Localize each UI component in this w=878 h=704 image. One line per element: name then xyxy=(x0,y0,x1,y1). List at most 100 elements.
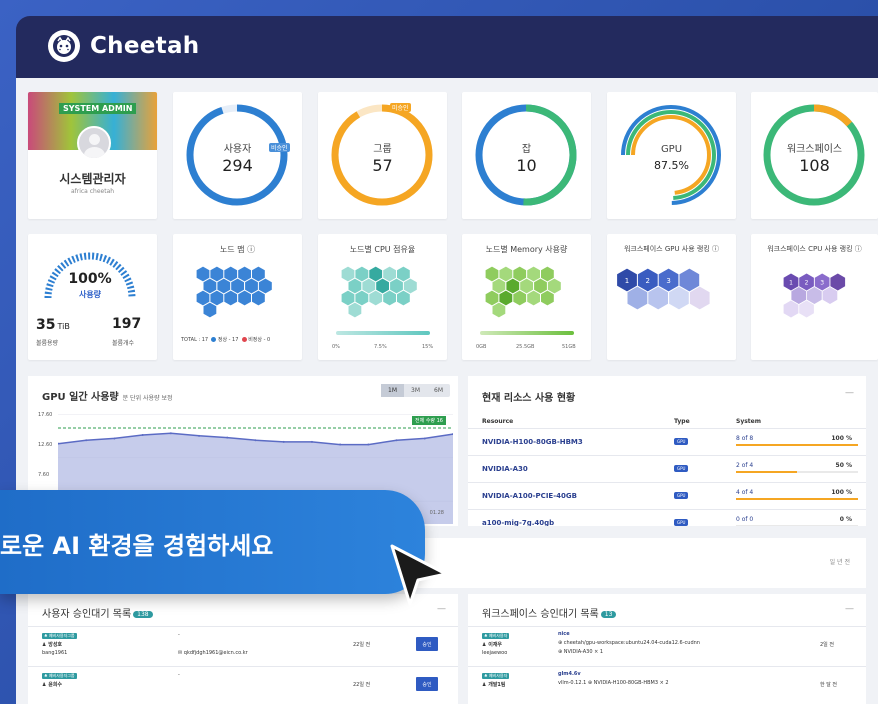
stat-card-users[interactable]: 비승인 사용자 294 xyxy=(173,92,302,219)
memory-hex[interactable] xyxy=(492,278,506,294)
storage-card[interactable]: 100% 사용량 35 TiB 197 볼륨용량 볼륨개수 xyxy=(28,234,157,360)
ws-cpu-hex[interactable] xyxy=(822,287,838,304)
cpu-hex[interactable] xyxy=(397,290,410,306)
gpu-usage-point[interactable] xyxy=(395,439,398,442)
gpu-usage-point[interactable] xyxy=(254,439,257,442)
node-hex[interactable] xyxy=(258,278,272,294)
resource-name[interactable]: a100-mig-7g.40gb xyxy=(482,519,554,526)
gpu-usage-point[interactable] xyxy=(169,432,172,435)
node-hex[interactable] xyxy=(203,278,217,294)
gpu-usage-point[interactable] xyxy=(310,440,313,443)
gpu-usage-point[interactable] xyxy=(282,440,285,443)
tab-3m[interactable]: 3M xyxy=(404,384,427,397)
node-hex[interactable] xyxy=(245,278,258,294)
gpu-usage-point[interactable] xyxy=(85,439,88,442)
node-memory-card[interactable]: 노드별 Memory 사용량 0GB 25.5GB 51GB xyxy=(462,234,591,360)
node-hex[interactable] xyxy=(203,302,217,318)
node-hex[interactable] xyxy=(224,290,238,306)
cpu-hex[interactable] xyxy=(383,266,396,282)
app-logo[interactable]: Cheetah xyxy=(48,30,199,62)
memory-hex[interactable] xyxy=(499,266,513,282)
resource-row[interactable]: NVIDIA-H100-80GB-HBM3 GPU 8 of 8 100 % xyxy=(468,428,866,454)
node-map-card[interactable]: 노드 맵 ⓘ TOTAL : 17 정상 - 17 비정상 - 0 xyxy=(173,234,302,360)
node-hex[interactable] xyxy=(224,266,238,282)
approve-button[interactable]: 승인 xyxy=(416,677,438,691)
memory-hex[interactable] xyxy=(513,266,527,282)
ws-cpu-hex[interactable] xyxy=(807,287,822,304)
ws-gpu-hex[interactable] xyxy=(648,286,668,310)
workspace-gpu-rank-card[interactable]: 워크스페이스 GPU 사용 랭킹 ⓘ 1 2 3 xyxy=(607,234,736,360)
cpu-hex[interactable] xyxy=(348,302,362,318)
memory-hex[interactable] xyxy=(547,278,561,294)
node-hex[interactable] xyxy=(238,290,251,306)
gpu-usage-point[interactable] xyxy=(141,433,144,436)
tab-1m[interactable]: 1M xyxy=(381,384,404,397)
ws-approval-row[interactable]: ♣ 예비사용자 ♟ 개발1팀 glm4.6v vllm-0.12.1 ⊕ NVIDIA… xyxy=(468,666,866,704)
node-hex[interactable] xyxy=(210,290,224,306)
node-hex[interactable] xyxy=(196,266,210,282)
ws-gpu-hex[interactable] xyxy=(689,286,710,310)
ws-gpu-hex[interactable] xyxy=(669,286,689,310)
cpu-hex[interactable] xyxy=(390,278,403,294)
cpu-hex[interactable] xyxy=(341,290,355,306)
gpu-usage-point[interactable] xyxy=(113,437,116,440)
resource-row[interactable]: NVIDIA-A30 GPU 2 of 4 50 % xyxy=(468,455,866,481)
approve-button[interactable]: 승인 xyxy=(416,637,438,651)
ws-cpu-hex[interactable] xyxy=(830,273,846,291)
admin-profile-card[interactable]: SYSTEM ADMIN 시스템관리자 africa cheetah xyxy=(28,92,157,219)
ws-cpu-hex[interactable] xyxy=(791,287,807,304)
cpu-hex[interactable] xyxy=(355,266,369,282)
stat-card-gpu[interactable]: GPU 87.5% xyxy=(607,92,736,219)
ws-cpu-hex[interactable] xyxy=(799,300,814,318)
cpu-hex[interactable] xyxy=(341,266,355,282)
cpu-hex[interactable] xyxy=(376,278,389,294)
node-hex[interactable] xyxy=(231,278,244,294)
node-hex[interactable] xyxy=(210,266,224,282)
gpu-usage-point[interactable] xyxy=(198,434,201,437)
gpu-usage-point[interactable] xyxy=(226,436,229,439)
memory-hex[interactable] xyxy=(499,290,513,306)
ws-cpu-hex[interactable] xyxy=(783,300,799,318)
node-hex[interactable] xyxy=(196,290,210,306)
node-hex[interactable] xyxy=(238,266,251,282)
ws-gpu-hex[interactable] xyxy=(627,286,648,310)
cpu-hex[interactable] xyxy=(355,290,369,306)
memory-hex[interactable] xyxy=(506,278,520,294)
memory-hex[interactable] xyxy=(534,278,547,294)
resource-row[interactable]: NVIDIA-A100-PCIE-40GB GPU 4 of 4 100 % xyxy=(468,482,866,508)
stat-card-jobs[interactable]: 잡 10 xyxy=(462,92,591,219)
node-hex[interactable] xyxy=(252,290,265,306)
cpu-hex[interactable] xyxy=(348,278,362,294)
memory-hex[interactable] xyxy=(541,266,554,282)
memory-hex[interactable] xyxy=(492,302,506,318)
ws-approval-row[interactable]: ♣ 예비사용자 ♟ 이재우 leejaewoo nice ⊕ cheetah/gpu-w… xyxy=(468,626,866,666)
cpu-hex[interactable] xyxy=(369,266,383,282)
gpu-usage-point[interactable] xyxy=(339,443,342,446)
tab-6m[interactable]: 6M xyxy=(427,384,450,397)
gpu-usage-point[interactable] xyxy=(423,437,426,440)
memory-hex[interactable] xyxy=(541,290,554,306)
node-cpu-card[interactable]: 노드별 CPU 점유율 0% 7.5% 15% xyxy=(318,234,447,360)
resource-name[interactable]: NVIDIA-H100-80GB-HBM3 xyxy=(482,438,583,446)
resource-name[interactable]: NVIDIA-A100-PCIE-40GB xyxy=(482,492,577,500)
stat-card-workspaces[interactable]: 워크스페이스 108 xyxy=(751,92,878,219)
memory-hex[interactable] xyxy=(485,290,499,306)
memory-hex[interactable] xyxy=(513,290,527,306)
memory-hex[interactable] xyxy=(527,266,540,282)
memory-hex[interactable] xyxy=(485,266,499,282)
resource-name[interactable]: NVIDIA-A30 xyxy=(482,465,528,473)
ws-gpu-hex[interactable] xyxy=(679,268,700,292)
cpu-hex[interactable] xyxy=(397,266,410,282)
gpu-usage-point[interactable] xyxy=(367,443,370,446)
memory-hex[interactable] xyxy=(520,278,533,294)
resource-row[interactable]: a100-mig-7g.40gb GPU 0 of 0 0 % xyxy=(468,509,866,526)
cpu-hex[interactable] xyxy=(362,278,376,294)
memory-hex[interactable] xyxy=(527,290,540,306)
cpu-hex[interactable] xyxy=(369,290,383,306)
cpu-hex[interactable] xyxy=(383,290,396,306)
promo-banner[interactable]: 로운 AI 환경을 경험하세요 xyxy=(0,490,425,594)
workspace-cpu-rank-card[interactable]: 워크스페이스 CPU 사용 랭킹 ⓘ 1 2 3 xyxy=(751,234,878,360)
collapse-icon[interactable]: — xyxy=(845,388,854,398)
collapse-icon[interactable]: — xyxy=(845,604,854,614)
stat-card-groups[interactable]: 미승인 그룹 57 xyxy=(318,92,447,219)
